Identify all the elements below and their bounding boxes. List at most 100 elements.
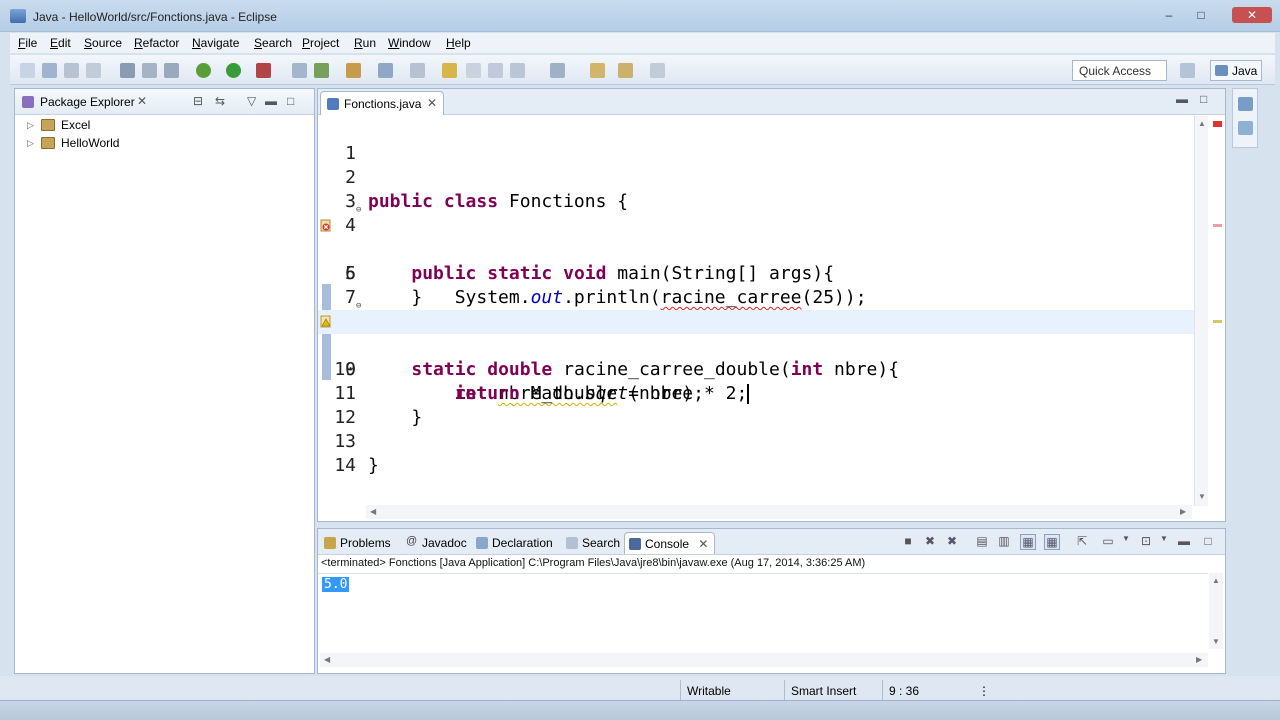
error-overview-icon[interactable] (1213, 121, 1222, 127)
scroll-left-icon[interactable]: ◀ (324, 655, 330, 664)
minimize-view-icon[interactable]: ▬ (265, 94, 277, 108)
debug-icon[interactable] (196, 63, 211, 78)
warning-marker-icon[interactable] (320, 315, 332, 328)
editor-horizontal-scrollbar[interactable]: ◀ ▶ (366, 505, 1192, 519)
tab-problems[interactable]: Problems (320, 532, 391, 554)
save-all-icon[interactable] (64, 63, 79, 78)
annotation-icon[interactable] (442, 63, 457, 78)
maximize-view-icon[interactable]: □ (287, 94, 294, 108)
package-explorer-title[interactable]: Package Explorer (40, 95, 135, 109)
java-perspective-button[interactable]: Java (1210, 60, 1262, 81)
new-package-icon[interactable] (314, 63, 329, 78)
error-marker-icon[interactable] (320, 219, 332, 232)
new-icon[interactable] (20, 63, 35, 78)
toggle-mark-icon[interactable] (466, 63, 481, 78)
scroll-right-icon[interactable]: ▶ (1180, 507, 1186, 516)
external-tools-icon[interactable] (256, 63, 271, 78)
menu-edit[interactable]: Edit (50, 36, 71, 50)
outline-icon[interactable] (1238, 121, 1253, 135)
pin-console-icon[interactable]: ⇱ (1074, 534, 1090, 550)
tool2-icon[interactable] (164, 63, 179, 78)
scroll-down-icon[interactable]: ▼ (1198, 492, 1206, 501)
search-icon[interactable] (410, 63, 425, 78)
view-menu-icon[interactable]: ▽ (247, 94, 256, 108)
console-horizontal-scrollbar[interactable]: ◀ ▶ (320, 653, 1208, 667)
console-output-line[interactable]: 5.0 (322, 577, 350, 592)
next-annotation-icon[interactable] (550, 63, 565, 78)
quick-access-field[interactable]: Quick Access (1072, 60, 1167, 81)
menu-help[interactable]: Help (446, 36, 471, 50)
close-icon[interactable]: ✕ (698, 537, 708, 551)
new-class-icon[interactable] (346, 63, 361, 78)
link-with-editor-icon[interactable]: ⇆ (215, 94, 225, 108)
show-whitespace-icon[interactable] (488, 63, 503, 78)
back-icon[interactable] (590, 63, 605, 78)
tree-item-excel[interactable]: ▷ Excel (15, 117, 295, 135)
collapse-all-icon[interactable]: ⊟ (193, 94, 203, 108)
menu-refactor[interactable]: Refactor (134, 36, 179, 50)
minimize-editor-icon[interactable]: ▬ (1176, 92, 1188, 106)
code-line: 5 System.out.println(racine_carree(25)); (318, 214, 1194, 308)
chevron-down-icon[interactable]: ▼ (1118, 534, 1134, 550)
scroll-up-icon[interactable]: ▲ (1212, 576, 1220, 585)
remove-all-launches-icon[interactable]: ✖ (944, 534, 960, 550)
overview-ruler[interactable] (1209, 116, 1225, 506)
open-type-icon[interactable] (378, 63, 393, 78)
tab-search[interactable]: Search (562, 532, 620, 554)
status-insert-mode[interactable]: Smart Insert (784, 680, 880, 702)
tab-console[interactable]: Console ✕ (624, 532, 716, 554)
expand-icon[interactable]: ▷ (27, 138, 34, 149)
tab-javadoc[interactable]: @ Javadoc (402, 532, 467, 554)
menu-source[interactable]: Source (84, 36, 122, 50)
close-icon[interactable]: ✕ (137, 94, 147, 108)
close-window-button[interactable]: ✕ (1232, 7, 1272, 23)
tab-declaration[interactable]: Declaration (472, 532, 553, 554)
scroll-up-icon[interactable]: ▲ (1198, 119, 1206, 128)
close-icon[interactable]: ✕ (427, 96, 437, 110)
expand-icon[interactable]: ▷ (27, 120, 34, 131)
print-icon[interactable] (86, 63, 101, 78)
terminate-icon[interactable]: ■ (900, 534, 916, 550)
build-icon[interactable] (120, 63, 135, 78)
remove-launch-icon[interactable]: ✖ (922, 534, 938, 550)
block-selection-icon[interactable] (510, 63, 525, 78)
menu-run[interactable]: Run (354, 36, 376, 50)
restore-icon[interactable] (1238, 97, 1253, 111)
menu-file[interactable]: File (18, 36, 37, 50)
console-output[interactable]: 5.0 (318, 573, 1208, 649)
console-vertical-scrollbar[interactable]: ▲ ▼ (1209, 573, 1223, 649)
maximize-view-icon[interactable]: □ (1200, 534, 1216, 550)
clear-console-icon[interactable]: ▤ (974, 534, 990, 550)
maximize-editor-icon[interactable]: □ (1200, 92, 1207, 106)
error-overview-mark[interactable] (1213, 224, 1222, 227)
forward-icon[interactable] (618, 63, 633, 78)
last-edit-icon[interactable] (650, 63, 665, 78)
run-icon[interactable] (226, 63, 241, 78)
show-console-icon[interactable]: ▦ (1044, 534, 1060, 550)
scroll-down-icon[interactable]: ▼ (1212, 637, 1220, 646)
scroll-right-icon[interactable]: ▶ (1196, 655, 1202, 664)
menu-project[interactable]: Project (302, 36, 339, 50)
save-icon[interactable] (42, 63, 57, 78)
minimize-view-icon[interactable]: ▬ (1176, 534, 1192, 550)
chevron-down-icon[interactable]: ▼ (1156, 534, 1172, 550)
display-console-icon[interactable]: ▭ (1100, 534, 1116, 550)
open-perspective-icon[interactable] (1180, 63, 1195, 78)
code-editor[interactable]: 1 2 public class Fonctions { 3 4 ⊖ publi… (318, 116, 1194, 494)
tab-fonctions-java[interactable]: Fonctions.java ✕ (320, 91, 444, 115)
scroll-lock-icon[interactable]: ▥ (996, 534, 1012, 550)
menu-window[interactable]: Window (388, 36, 431, 50)
editor-vertical-scrollbar[interactable]: ▲ ▼ (1194, 116, 1208, 506)
menu-navigate[interactable]: Navigate (192, 36, 239, 50)
maximize-window-button[interactable]: □ (1190, 7, 1212, 23)
menu-search[interactable]: Search (254, 36, 292, 50)
tab-label: Declaration (492, 536, 553, 550)
tree-item-helloworld[interactable]: ▷ HelloWorld (15, 135, 295, 153)
scroll-left-icon[interactable]: ◀ (370, 507, 376, 516)
minimize-window-button[interactable]: – (1158, 7, 1180, 23)
new-java-project-icon[interactable] (292, 63, 307, 78)
open-console-icon[interactable]: ⊡ (1138, 534, 1154, 550)
word-wrap-icon[interactable]: ▦ (1020, 534, 1036, 550)
tool-icon[interactable] (142, 63, 157, 78)
warning-overview-mark[interactable] (1213, 320, 1222, 323)
